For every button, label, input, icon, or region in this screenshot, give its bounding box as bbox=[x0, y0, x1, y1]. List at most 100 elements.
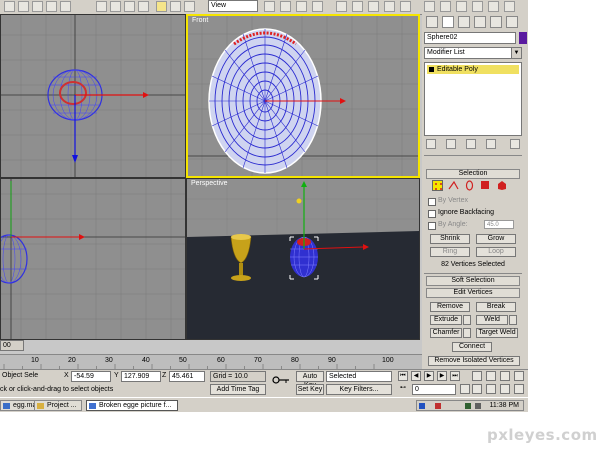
object-color-swatch[interactable] bbox=[519, 32, 527, 44]
by-angle-spinner[interactable]: 45.0 bbox=[484, 220, 514, 229]
pan-icon[interactable] bbox=[486, 384, 496, 394]
polygon-level-icon[interactable] bbox=[480, 180, 491, 191]
modifier-list-dropdown[interactable]: Modifier List ▼ bbox=[424, 47, 522, 59]
loop-button[interactable]: Loop bbox=[476, 247, 516, 257]
rect-select-icon[interactable] bbox=[124, 1, 135, 12]
tray-app-icon[interactable] bbox=[465, 403, 471, 409]
object-name-field[interactable]: Sphere02 bbox=[424, 32, 516, 44]
field-of-view-icon[interactable] bbox=[472, 384, 482, 394]
next-frame-icon[interactable]: ▶ bbox=[437, 371, 447, 381]
go-to-start-icon[interactable]: ⏮ bbox=[398, 371, 408, 381]
z-coordinate-field[interactable]: 45.461 bbox=[169, 371, 205, 382]
quick-render-icon[interactable] bbox=[456, 1, 467, 12]
previous-frame-icon[interactable]: ◀ bbox=[411, 371, 421, 381]
key-filters-button[interactable]: Key Filters... bbox=[326, 384, 392, 395]
select-by-name-icon[interactable] bbox=[110, 1, 121, 12]
configure-sets-icon[interactable] bbox=[510, 139, 520, 149]
make-unique-icon[interactable] bbox=[466, 139, 476, 149]
modifier-stack[interactable]: Editable Poly bbox=[424, 62, 522, 136]
play-icon[interactable]: ▶ bbox=[424, 371, 434, 381]
zoom-icon[interactable] bbox=[472, 371, 482, 381]
element-level-icon[interactable] bbox=[496, 180, 507, 191]
connect-button[interactable]: Connect bbox=[452, 342, 492, 352]
x-coordinate-field[interactable]: -54.59 bbox=[71, 371, 111, 382]
selection-rollout-header[interactable]: Selection bbox=[426, 169, 520, 179]
select-link-icon[interactable] bbox=[32, 1, 43, 12]
taskbar-item-project[interactable]: Project ... bbox=[34, 400, 82, 411]
render-last-icon[interactable] bbox=[488, 1, 499, 12]
viewport-perspective[interactable]: Perspective bbox=[186, 178, 420, 340]
set-key-button[interactable]: Set Key bbox=[296, 384, 324, 395]
go-to-end-icon[interactable]: ⏭ bbox=[450, 371, 460, 381]
pin-stack-icon[interactable] bbox=[426, 139, 436, 149]
mirror-icon[interactable] bbox=[336, 1, 347, 12]
viewport-left[interactable] bbox=[0, 178, 186, 340]
viewport-front[interactable]: Front bbox=[186, 14, 420, 178]
break-button[interactable]: Break bbox=[476, 302, 516, 312]
material-editor-icon[interactable] bbox=[424, 1, 435, 12]
extrude-button[interactable]: Extrude bbox=[430, 315, 462, 325]
undo-icon[interactable] bbox=[4, 1, 15, 12]
grow-button[interactable]: Grow bbox=[476, 234, 516, 244]
by-vertex-checkbox[interactable]: By Vertex bbox=[428, 196, 518, 206]
reference-coordinate-select[interactable]: View bbox=[208, 0, 258, 12]
chamfer-button[interactable]: Chamfer bbox=[430, 328, 462, 338]
zoom-all-icon[interactable] bbox=[486, 371, 496, 381]
maximize-viewport-icon[interactable] bbox=[514, 384, 524, 394]
snap-icon[interactable] bbox=[280, 1, 291, 12]
remove-isolated-vertices-button[interactable]: Remove Isolated Vertices bbox=[428, 356, 520, 366]
unlink-icon[interactable] bbox=[46, 1, 57, 12]
bind-icon[interactable] bbox=[60, 1, 71, 12]
hierarchy-tab-icon[interactable] bbox=[458, 16, 470, 28]
layer-icon[interactable] bbox=[368, 1, 379, 12]
auto-key-button[interactable]: Auto Key bbox=[296, 371, 324, 389]
border-level-icon[interactable] bbox=[464, 180, 475, 191]
vertex-level-icon[interactable] bbox=[432, 180, 443, 191]
shrink-button[interactable]: Shrink bbox=[430, 234, 470, 244]
window-crossing-icon[interactable] bbox=[138, 1, 149, 12]
extrude-settings-button[interactable] bbox=[463, 315, 471, 325]
move-icon[interactable] bbox=[156, 1, 167, 12]
percent-snap-icon[interactable] bbox=[312, 1, 323, 12]
remove-button[interactable]: Remove bbox=[430, 302, 470, 312]
time-configuration-icon[interactable] bbox=[460, 384, 470, 394]
rotate-icon[interactable] bbox=[170, 1, 181, 12]
select-object-icon[interactable] bbox=[96, 1, 107, 12]
arc-rotate-icon[interactable] bbox=[500, 384, 510, 394]
pivot-icon[interactable] bbox=[264, 1, 275, 12]
display-tab-icon[interactable] bbox=[490, 16, 502, 28]
edge-level-icon[interactable] bbox=[448, 180, 459, 191]
create-tab-icon[interactable] bbox=[426, 16, 438, 28]
chamfer-settings-button[interactable] bbox=[463, 328, 471, 338]
volume-icon[interactable] bbox=[475, 403, 481, 409]
redo-icon[interactable] bbox=[18, 1, 29, 12]
weld-settings-button[interactable] bbox=[509, 315, 517, 325]
taskbar-item-broken-egg-picture[interactable]: Broken egge picture f... bbox=[86, 400, 178, 411]
add-time-tag-button[interactable]: Add Time Tag bbox=[210, 384, 266, 395]
show-end-result-icon[interactable] bbox=[446, 139, 456, 149]
curve-editor-icon[interactable] bbox=[384, 1, 395, 12]
angle-snap-icon[interactable] bbox=[296, 1, 307, 12]
zoom-extents-all-icon[interactable] bbox=[514, 371, 524, 381]
zoom-extents-icon[interactable] bbox=[500, 371, 510, 381]
render-setup-icon[interactable] bbox=[440, 1, 451, 12]
render-teapot-icon[interactable] bbox=[472, 1, 483, 12]
scale-icon[interactable] bbox=[184, 1, 195, 12]
schematic-icon[interactable] bbox=[400, 1, 411, 12]
utilities-tab-icon[interactable] bbox=[506, 16, 518, 28]
edit-vertices-rollout-header[interactable]: Edit Vertices bbox=[426, 288, 520, 298]
render-type-icon[interactable] bbox=[504, 1, 515, 12]
key-mode-toggle-icon[interactable]: ⊷ bbox=[398, 384, 408, 394]
soft-selection-rollout-header[interactable]: Soft Selection bbox=[426, 276, 520, 286]
key-mode-select[interactable]: Selected bbox=[326, 371, 392, 382]
by-angle-checkbox[interactable]: By Angle: 45.0 bbox=[428, 220, 518, 230]
motion-tab-icon[interactable] bbox=[474, 16, 486, 28]
network-icon[interactable] bbox=[419, 403, 425, 409]
ignore-backfacing-checkbox[interactable]: Ignore Backfacing bbox=[428, 208, 518, 218]
align-icon[interactable] bbox=[352, 1, 363, 12]
current-frame-field[interactable]: 0 bbox=[412, 384, 456, 395]
target-weld-button[interactable]: Target Weld bbox=[476, 328, 518, 338]
remove-modifier-icon[interactable] bbox=[486, 139, 496, 149]
ring-button[interactable]: Ring bbox=[430, 247, 470, 257]
weld-button[interactable]: Weld bbox=[476, 315, 508, 325]
